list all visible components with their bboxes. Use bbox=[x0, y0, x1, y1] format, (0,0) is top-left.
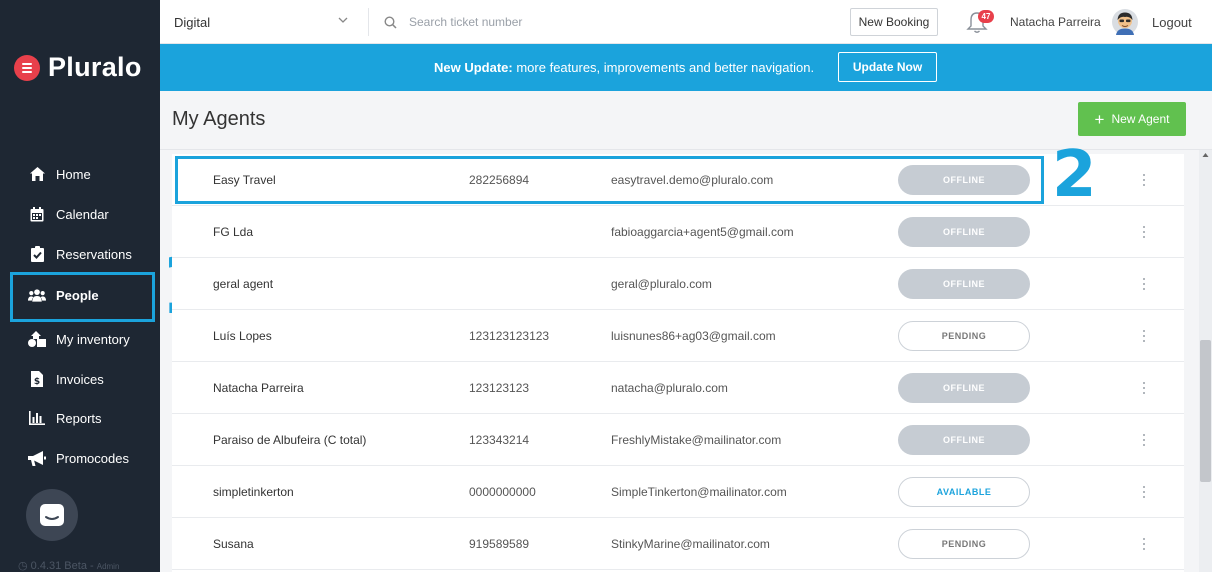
status-badge: PENDING bbox=[898, 321, 1030, 351]
notifications-button[interactable]: 47 bbox=[966, 10, 994, 36]
sidebar-item-label: Promocodes bbox=[56, 450, 129, 466]
topbar-divider bbox=[368, 8, 369, 36]
table-row[interactable]: simpletinkerton 0000000000 SimpleTinkert… bbox=[172, 466, 1184, 518]
scroll-up-arrow-icon[interactable] bbox=[1201, 150, 1210, 160]
table-row[interactable]: geral agent geral@pluralo.com OFFLINE bbox=[172, 258, 1184, 310]
table-row[interactable]: FG Lda fabioaggarcia+agent5@gmail.com OF… bbox=[172, 206, 1184, 258]
status-badge: AVAILABLE bbox=[898, 477, 1030, 507]
annotation-number-2: 2 bbox=[1052, 138, 1097, 212]
chat-icon bbox=[40, 504, 64, 526]
more-options-icon[interactable] bbox=[1134, 170, 1154, 190]
new-agent-button[interactable]: + New Agent bbox=[1078, 102, 1186, 136]
agent-phone: 0000000000 bbox=[469, 485, 536, 499]
table-row[interactable]: Luís Lopes 123123123123 luisnunes86+ag03… bbox=[172, 310, 1184, 362]
inventory-icon bbox=[28, 330, 46, 348]
agent-name: simpletinkerton bbox=[213, 485, 294, 499]
bar-chart-icon bbox=[28, 409, 46, 427]
search-input[interactable] bbox=[409, 15, 649, 29]
sidebar-item-label: Reservations bbox=[56, 246, 132, 262]
user-name[interactable]: Natacha Parreira bbox=[1010, 15, 1101, 29]
agent-phone: 919589589 bbox=[469, 537, 530, 551]
sidebar-item-label: Home bbox=[56, 166, 91, 182]
home-icon bbox=[28, 165, 46, 183]
page-title: My Agents bbox=[172, 108, 266, 130]
agent-phone: 123343214 bbox=[469, 433, 530, 447]
sidebar-item-inventory[interactable]: My inventory bbox=[0, 319, 160, 359]
plus-icon: + bbox=[1094, 109, 1105, 129]
agent-name: Susana bbox=[213, 537, 254, 551]
sidebar-item-label: My inventory bbox=[56, 331, 130, 347]
agent-name: FG Lda bbox=[213, 225, 254, 239]
status-badge: OFFLINE bbox=[898, 425, 1030, 455]
update-banner: New Update: more features, improvements … bbox=[160, 44, 1212, 91]
avatar[interactable] bbox=[1112, 9, 1138, 35]
agent-name: geral agent bbox=[213, 277, 274, 291]
chat-launcher-button[interactable] bbox=[26, 489, 78, 541]
more-options-icon[interactable] bbox=[1134, 274, 1154, 294]
top-bar: Digital New Booking 47 Natacha Parreira … bbox=[160, 0, 1212, 44]
agent-name: Luís Lopes bbox=[213, 329, 272, 343]
status-badge: OFFLINE bbox=[898, 217, 1030, 247]
logo-text: Pluralo bbox=[48, 52, 142, 82]
megaphone-icon bbox=[28, 449, 46, 467]
invoice-icon: $ bbox=[28, 370, 46, 388]
agent-email: geral@pluralo.com bbox=[611, 277, 712, 291]
status-badge: OFFLINE bbox=[898, 269, 1030, 299]
agent-phone: 123123123123 bbox=[469, 329, 550, 343]
agent-name: Paraiso de Albufeira (C total) bbox=[213, 433, 367, 447]
new-booking-button[interactable]: New Booking bbox=[850, 8, 938, 36]
agent-email: luisnunes86+ag03@gmail.com bbox=[611, 329, 776, 343]
agent-email: StinkyMarine@mailinator.com bbox=[611, 537, 770, 551]
sidebar-item-calendar[interactable]: Calendar bbox=[0, 194, 160, 234]
agent-email: natacha@pluralo.com bbox=[611, 381, 728, 395]
version-label: ◷ 0.4.31 Beta - Admin bbox=[18, 560, 120, 572]
sidebar-item-reports[interactable]: Reports bbox=[0, 398, 160, 438]
more-options-icon[interactable] bbox=[1134, 378, 1154, 398]
chevron-down-icon bbox=[338, 17, 348, 23]
status-badge: OFFLINE bbox=[898, 373, 1030, 403]
more-options-icon[interactable] bbox=[1134, 482, 1154, 502]
table-row[interactable]: Natacha Parreira 123123123 natacha@plura… bbox=[172, 362, 1184, 414]
new-agent-label: New Agent bbox=[1111, 112, 1170, 126]
notification-count-badge: 47 bbox=[978, 10, 994, 23]
table-row[interactable]: Paraiso de Albufeira (C total) 123343214… bbox=[172, 414, 1184, 466]
agent-email: FreshlyMistake@mailinator.com bbox=[611, 433, 782, 447]
agent-email: fabioaggarcia+agent5@gmail.com bbox=[611, 225, 794, 239]
more-options-icon[interactable] bbox=[1134, 222, 1154, 242]
sidebar-item-label: Invoices bbox=[56, 371, 104, 387]
table-row[interactable]: Susana 919589589 StinkyMarine@mailinator… bbox=[172, 518, 1184, 570]
update-now-button[interactable]: Update Now bbox=[838, 52, 937, 82]
banner-message: New Update: more features, improvements … bbox=[434, 60, 815, 75]
scrollbar-thumb[interactable] bbox=[1200, 340, 1211, 482]
logo[interactable]: Pluralo bbox=[14, 52, 142, 83]
logo-mark-icon bbox=[14, 54, 40, 81]
sidebar-item-promocodes[interactable]: Promocodes bbox=[0, 438, 160, 478]
agent-email: SimpleTinkerton@mailinator.com bbox=[611, 485, 787, 499]
clipboard-icon bbox=[28, 245, 46, 263]
row-highlight-box bbox=[175, 156, 1044, 204]
sidebar-item-home[interactable]: Home bbox=[0, 154, 160, 194]
agent-name: Natacha Parreira bbox=[213, 381, 304, 395]
agents-table: Easy Travel 282256894 easytravel.demo@pl… bbox=[172, 154, 1184, 572]
agent-phone: 123123123 bbox=[469, 381, 530, 395]
more-options-icon[interactable] bbox=[1134, 534, 1154, 554]
search-box bbox=[384, 0, 649, 44]
search-icon bbox=[384, 15, 397, 29]
people-highlight-box bbox=[10, 272, 155, 322]
sidebar-item-reservations[interactable]: Reservations bbox=[0, 234, 160, 274]
logout-link[interactable]: Logout bbox=[1152, 15, 1192, 30]
sidebar-item-invoices[interactable]: $ Invoices bbox=[0, 359, 160, 399]
svg-text:$: $ bbox=[34, 377, 40, 387]
calendar-icon bbox=[28, 205, 46, 223]
sidebar-item-label: Calendar bbox=[56, 206, 109, 222]
mode-select-value: Digital bbox=[174, 14, 211, 30]
sidebar-item-label: Reports bbox=[56, 410, 102, 426]
clock-icon: ◷ bbox=[18, 560, 28, 572]
more-options-icon[interactable] bbox=[1134, 430, 1154, 450]
more-options-icon[interactable] bbox=[1134, 326, 1154, 346]
status-badge: PENDING bbox=[898, 529, 1030, 559]
mode-select[interactable]: Digital bbox=[174, 0, 354, 44]
